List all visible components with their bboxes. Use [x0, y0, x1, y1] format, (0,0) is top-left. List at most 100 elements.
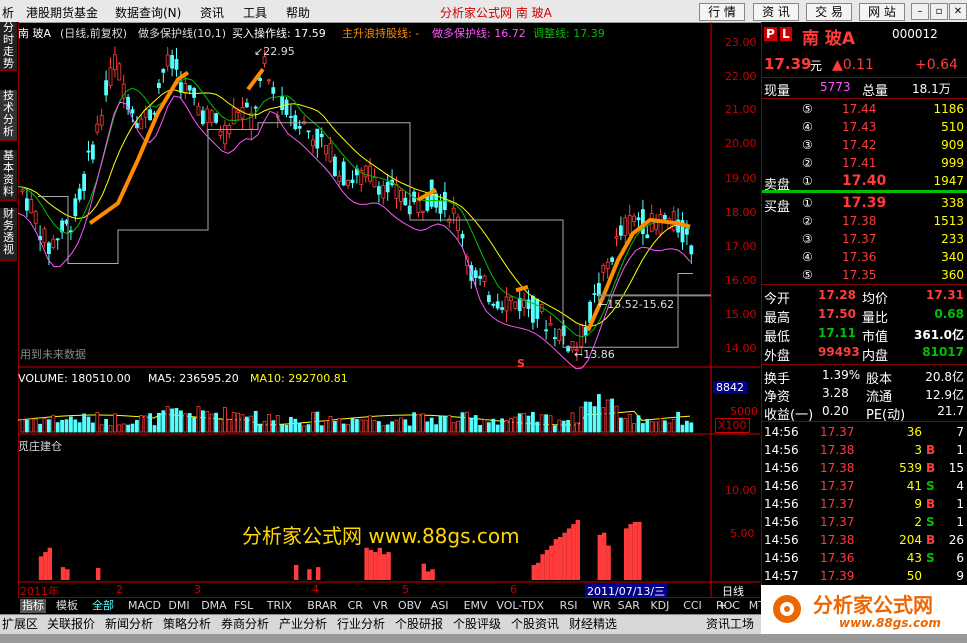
- candle: [531, 295, 535, 323]
- stat-label: 量比: [862, 311, 889, 326]
- indicator-tab[interactable]: DMA: [201, 599, 227, 613]
- volume-bar: [495, 424, 500, 433]
- volume-bar: [55, 422, 60, 433]
- volume-bar: [425, 421, 430, 433]
- candle: [271, 87, 276, 94]
- close-icon[interactable]: ✕: [949, 3, 967, 20]
- indicator-tab[interactable]: WR: [592, 599, 611, 613]
- indicator-tab[interactable]: 全部: [92, 599, 114, 613]
- indicator-tab[interactable]: RSI: [560, 599, 578, 613]
- volume-bar: [253, 410, 258, 433]
- volume-ma10: MA10: 292700.81: [250, 372, 348, 385]
- level-number: ④: [802, 120, 813, 134]
- level-number: ③: [802, 138, 813, 152]
- volume-bar: [130, 423, 135, 433]
- level-volume: 340: [941, 250, 964, 264]
- nav-tab[interactable]: 财经精选: [569, 617, 617, 632]
- restore-icon[interactable]: ▫: [930, 3, 948, 20]
- website-button[interactable]: 网 站: [859, 3, 905, 21]
- indicator-tab[interactable]: TRIX: [267, 599, 292, 613]
- menu-item-news[interactable]: 资讯: [200, 4, 224, 21]
- tick-count: 1: [956, 515, 964, 529]
- tick-volume: 204: [899, 533, 922, 547]
- price-tick: 18.00: [725, 206, 757, 219]
- tick-row: 14:56 17.38 3 B 1: [762, 442, 967, 460]
- indicator-tab[interactable]: DMI: [168, 599, 189, 613]
- volume-bar: [280, 424, 285, 433]
- volume-bar: [209, 413, 214, 433]
- nav-tab[interactable]: 行业分析: [337, 617, 385, 632]
- volume-bar: [689, 422, 694, 433]
- volume-bar: [491, 418, 496, 433]
- tab-intraday[interactable]: 分时走势: [0, 22, 17, 71]
- nav-tab[interactable]: 资讯工场: [706, 617, 754, 632]
- tab-financial[interactable]: 财务透视: [0, 208, 17, 261]
- zoom-controls[interactable]: + -: [718, 599, 735, 613]
- menu-item-analysis[interactable]: 析: [2, 4, 14, 21]
- level-price: 17.40: [842, 173, 887, 189]
- tick-time: 14:56: [764, 479, 799, 493]
- tab-technical[interactable]: 技术分析: [0, 90, 17, 141]
- candle: [51, 238, 56, 248]
- indicator-tab[interactable]: EMV: [464, 599, 488, 613]
- nav-tab[interactable]: 扩展区: [2, 617, 38, 632]
- level-volume: 999: [941, 156, 964, 170]
- stat-label: 内盘: [862, 349, 889, 364]
- volume-bar: [412, 412, 417, 433]
- indicator-tab[interactable]: CCI: [683, 599, 702, 613]
- volume-bar: [390, 421, 395, 433]
- indicator-tab[interactable]: MACD: [128, 599, 161, 613]
- tick-row: 14:56 17.37 9 B 1: [762, 496, 967, 514]
- menu-item-help[interactable]: 帮助: [286, 4, 310, 21]
- indicator-tab[interactable]: OBV: [398, 599, 421, 613]
- candle: [288, 116, 293, 118]
- news-button[interactable]: 资 讯: [753, 3, 799, 21]
- fund-value: 0.20: [822, 404, 849, 418]
- indicator-tab[interactable]: FSL: [234, 599, 253, 613]
- tab-basic-info[interactable]: 基本资料: [0, 150, 17, 201]
- indicator-tab[interactable]: KDJ: [650, 599, 669, 613]
- indicator-tab[interactable]: CR: [348, 599, 363, 613]
- indicator-tab[interactable]: 模板: [56, 599, 78, 613]
- menu-item-tools[interactable]: 工具: [243, 4, 267, 21]
- tick-volume: 3: [914, 443, 922, 457]
- nav-tab[interactable]: 产业分析: [279, 617, 327, 632]
- trade-button[interactable]: 交 易: [806, 3, 852, 21]
- level-price: 17.43: [842, 120, 877, 134]
- indicator-tab[interactable]: 指标: [20, 599, 46, 613]
- candle: [350, 179, 355, 184]
- indicator-tab[interactable]: VR: [373, 599, 388, 613]
- tick-time: 14:57: [764, 569, 799, 583]
- tick-volume: 9: [914, 497, 922, 511]
- menu-item-data-query[interactable]: 数据查询(N): [115, 4, 181, 21]
- volume-bar: [508, 418, 513, 433]
- chart-area[interactable]: 南 玻A (日线,前复权) 做多保护线(10,1) 买入操作线: 17.59 主…: [18, 22, 760, 599]
- volume-bar: [156, 412, 161, 433]
- quote-button[interactable]: 行 情: [699, 3, 745, 21]
- candle: [601, 265, 606, 273]
- price-unit: 元: [810, 59, 823, 73]
- total-vol-label: 总量: [862, 84, 889, 99]
- nav-tab[interactable]: 策略分析: [163, 617, 211, 632]
- indicator-tab[interactable]: SAR: [618, 599, 640, 613]
- nav-tab[interactable]: 个股资讯: [511, 617, 559, 632]
- candle: [315, 128, 320, 149]
- nav-tab[interactable]: 个股研报: [395, 617, 443, 632]
- minimize-icon[interactable]: –: [911, 3, 929, 20]
- candle: [610, 257, 614, 262]
- indicator-tab[interactable]: VOL-TDX: [496, 599, 544, 613]
- menu-item-hk-futures[interactable]: 港股期货基金: [26, 4, 98, 21]
- nav-tab[interactable]: 新闻分析: [105, 617, 153, 632]
- nav-tab[interactable]: 关联报价: [47, 617, 95, 632]
- nav-tab[interactable]: 券商分析: [221, 617, 269, 632]
- indicator-tab[interactable]: ASI: [431, 599, 449, 613]
- volume-bar: [126, 424, 130, 433]
- indicator-bar: [421, 563, 426, 580]
- level-price: 17.39: [842, 195, 887, 211]
- volume-bar: [69, 416, 73, 433]
- nav-tab[interactable]: 个股评级: [453, 617, 501, 632]
- candle: [297, 126, 302, 129]
- last-price: 17.39: [764, 55, 812, 73]
- indicator-tab[interactable]: BRAR: [307, 599, 337, 613]
- volume-bar: [663, 420, 667, 433]
